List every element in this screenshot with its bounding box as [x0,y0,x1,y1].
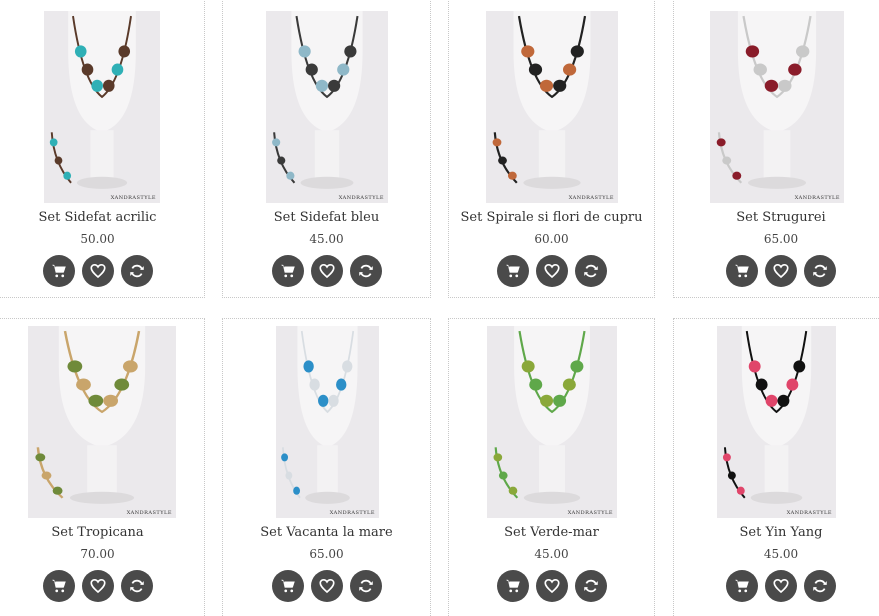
add-to-wishlist-button[interactable] [535,255,568,287]
product-image[interactable]: XANDRASTYLE [44,11,160,203]
product-image[interactable]: XANDRASTYLE [486,11,618,203]
cart-icon [504,577,522,595]
product-title[interactable]: Set Sidefat bleu [223,210,430,225]
compare-button[interactable] [574,255,607,287]
product-title[interactable]: Set Tropicana [0,525,204,540]
refresh-icon [582,577,600,595]
image-watermark: XANDRASTYLE [110,195,156,201]
add-to-cart-button[interactable] [42,570,75,602]
product-actions [223,570,430,602]
compare-button[interactable] [120,570,153,602]
refresh-icon [128,262,146,280]
cart-icon [733,262,751,280]
product-card: XANDRASTYLE Set Tropicana 70.00 [0,318,205,616]
product-price: 45.00 [763,547,799,561]
compare-button[interactable] [349,570,382,602]
add-to-cart-button[interactable] [42,255,75,287]
add-to-wishlist-button[interactable] [310,570,343,602]
product-image[interactable]: XANDRASTYLE [266,11,388,203]
product-price: 65.00 [309,547,344,561]
product-grid: XANDRASTYLE Set Sidefat acrilic 50.00 XAND… [0,0,879,616]
product-image[interactable]: XANDRASTYLE [487,326,617,518]
product-price: 70.00 [80,547,115,561]
product-title[interactable]: Set Vacanta la mare [223,525,430,540]
product-actions [0,255,204,287]
heart-icon [772,577,790,595]
image-watermark: XANDRASTYLE [786,510,832,516]
product-card: XANDRASTYLE Set Sidefat bleu 45.00 [222,0,431,298]
compare-button[interactable] [120,255,153,287]
heart-icon [772,262,790,280]
cart-icon [50,577,68,595]
add-to-cart-button[interactable] [271,570,304,602]
product-title[interactable]: Set Strugurei [674,210,879,225]
product-actions [674,255,879,287]
product-card: XANDRASTYLE Set Spirale si flori de cupru… [448,0,655,298]
cart-icon [50,262,68,280]
image-watermark: XANDRASTYLE [329,510,375,516]
product-image[interactable]: XANDRASTYLE [710,11,844,203]
image-watermark: XANDRASTYLE [794,195,840,201]
product-actions [0,570,204,602]
cart-icon [279,577,297,595]
add-to-cart-button[interactable] [726,570,758,602]
product-title[interactable]: Set Yin Yang [674,525,879,540]
product-card: XANDRASTYLE Set Yin Yang 45.00 [673,318,879,616]
product-title[interactable]: Set Spirale si flori de cupru [449,210,654,225]
heart-icon [318,262,336,280]
add-to-wishlist-button[interactable] [535,570,568,602]
image-watermark: XANDRASTYLE [126,510,172,516]
product-price: 50.00 [80,232,115,246]
refresh-icon [811,262,829,280]
refresh-icon [357,577,375,595]
compare-button[interactable] [574,570,607,602]
product-image[interactable]: XANDRASTYLE [28,326,176,518]
product-card: XANDRASTYLE Set Verde-mar 45.00 [448,318,655,616]
add-to-wishlist-button[interactable] [81,255,114,287]
cart-icon [733,577,751,595]
image-watermark: XANDRASTYLE [338,195,384,201]
refresh-icon [128,577,146,595]
add-to-wishlist-button[interactable] [81,570,114,602]
compare-button[interactable] [349,255,382,287]
cart-icon [504,262,522,280]
product-price: 45.00 [309,232,344,246]
add-to-wishlist-button[interactable] [765,255,797,287]
add-to-wishlist-button[interactable] [765,570,797,602]
add-to-wishlist-button[interactable] [310,255,343,287]
refresh-icon [582,262,600,280]
product-price: 65.00 [763,232,799,246]
image-watermark: XANDRASTYLE [567,510,613,516]
image-watermark: XANDRASTYLE [568,195,614,201]
refresh-icon [811,577,829,595]
heart-icon [89,262,107,280]
product-actions [449,570,654,602]
compare-button[interactable] [804,570,836,602]
product-image[interactable]: XANDRASTYLE [717,326,836,518]
add-to-cart-button[interactable] [271,255,304,287]
refresh-icon [357,262,375,280]
cart-icon [279,262,297,280]
heart-icon [89,577,107,595]
product-card: XANDRASTYLE Set Vacanta la mare 65.00 [222,318,431,616]
add-to-cart-button[interactable] [496,570,529,602]
product-card: XANDRASTYLE Set Sidefat acrilic 50.00 [0,0,205,298]
product-actions [449,255,654,287]
add-to-cart-button[interactable] [726,255,758,287]
heart-icon [318,577,336,595]
product-actions [674,570,879,602]
product-price: 45.00 [534,547,569,561]
product-actions [223,255,430,287]
product-title[interactable]: Set Verde-mar [449,525,654,540]
product-image[interactable]: XANDRASTYLE [276,326,379,518]
product-price: 60.00 [534,232,569,246]
heart-icon [543,577,561,595]
product-card: XANDRASTYLE Set Strugurei 65.00 [673,0,879,298]
heart-icon [543,262,561,280]
product-title[interactable]: Set Sidefat acrilic [0,210,204,225]
compare-button[interactable] [804,255,836,287]
add-to-cart-button[interactable] [496,255,529,287]
